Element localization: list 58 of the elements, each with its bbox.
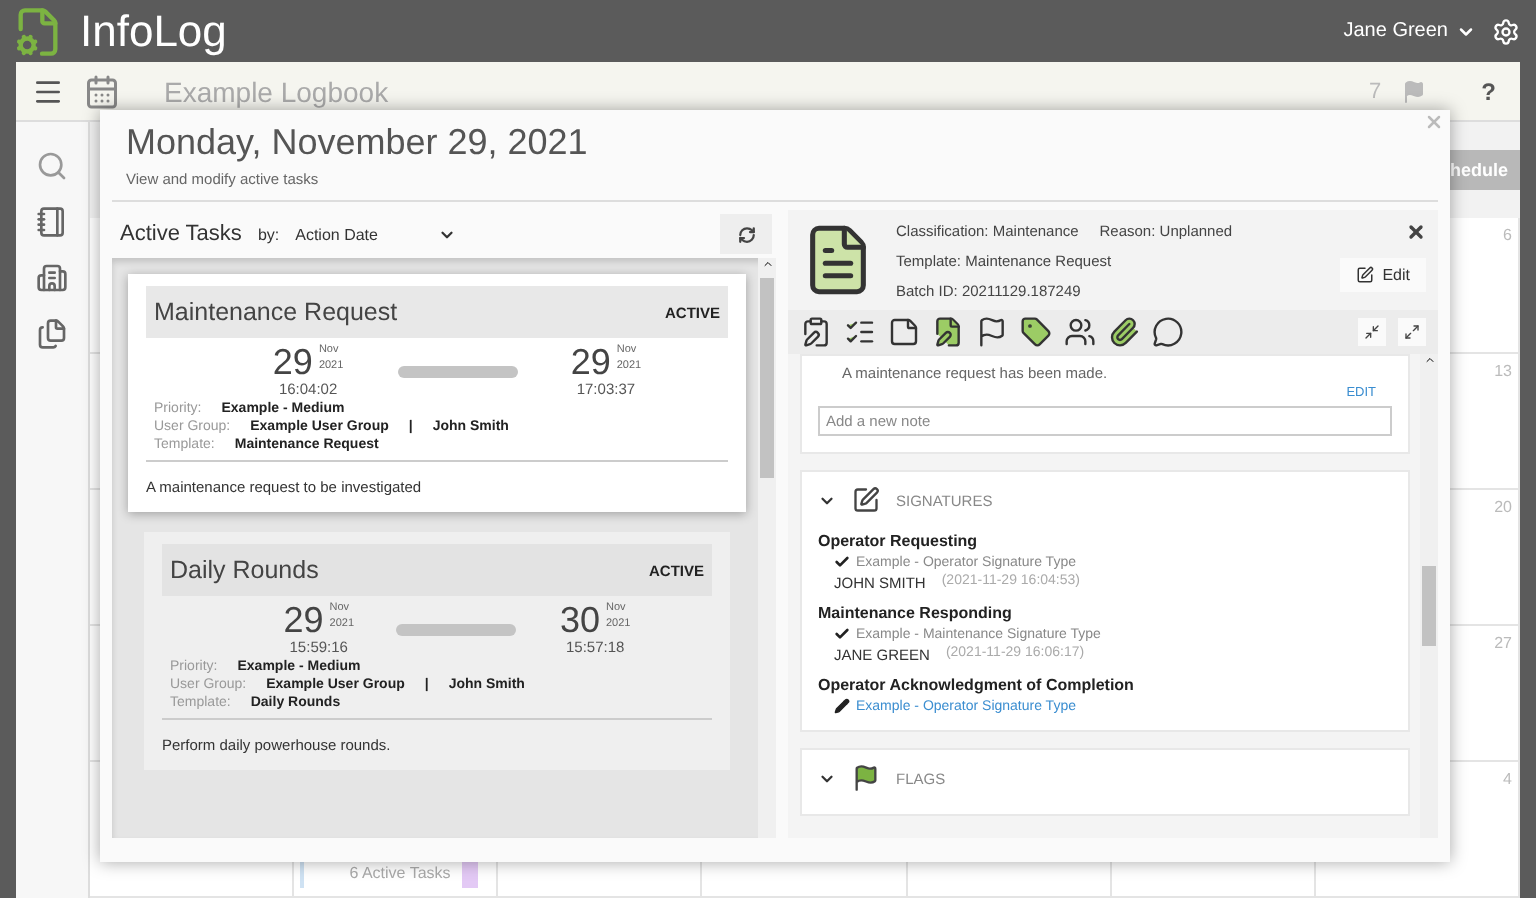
logo-icon (12, 5, 64, 57)
menu-icon[interactable] (32, 75, 64, 107)
app-title: InfoLog (80, 5, 227, 57)
day-number: 13 (1494, 362, 1512, 380)
day-number: 27 (1494, 634, 1512, 652)
flag-count: 7 (1369, 79, 1382, 103)
search-icon[interactable] (36, 150, 68, 182)
user-menu[interactable]: Jane Green (1343, 20, 1476, 42)
task-name: Daily Rounds (170, 556, 319, 584)
refresh-button[interactable] (720, 214, 772, 254)
task-name: Maintenance Request (154, 298, 398, 326)
help-button[interactable]: ? (1481, 77, 1496, 105)
duration-bar (396, 623, 517, 635)
paperclip-icon[interactable] (1108, 316, 1140, 348)
file-pen-icon[interactable] (932, 316, 964, 348)
notebook-icon[interactable] (36, 206, 68, 238)
expand-icon (1404, 324, 1420, 340)
panel-title: Active Tasks (120, 222, 242, 246)
flag-icon[interactable] (976, 316, 1008, 348)
scroll-thumb[interactable] (760, 278, 774, 478)
day-number: 6 (1503, 226, 1512, 244)
day-number: 4 (1503, 770, 1512, 788)
refresh-icon (737, 225, 755, 243)
close-icon[interactable] (1406, 222, 1426, 242)
date-day: 29 (272, 344, 313, 380)
tag-icon[interactable] (1020, 316, 1052, 348)
date-day: 30 (559, 602, 600, 638)
dialog-title: Monday, November 29, 2021 (126, 122, 590, 164)
day-number: 20 (1494, 498, 1512, 516)
signature-role: Operator Requesting (818, 532, 980, 550)
clipboard-pen-icon[interactable] (800, 316, 832, 348)
task-card[interactable] (128, 274, 746, 512)
collapse-button[interactable] (1358, 318, 1386, 346)
settings-icon[interactable] (1492, 17, 1520, 45)
sticky-note-icon[interactable] (888, 316, 920, 348)
duration-bar (397, 365, 517, 377)
collapse-icon (1364, 324, 1380, 340)
building-icon[interactable] (36, 262, 68, 294)
expand-button[interactable] (1398, 318, 1426, 346)
documents-icon[interactable] (36, 318, 68, 350)
sort-select[interactable]: Action Date (295, 225, 456, 243)
logbook-title: Example Logbook (164, 75, 389, 107)
edit-icon (1356, 266, 1375, 284)
scroll-thumb[interactable] (1422, 566, 1436, 646)
calendar-icon (84, 73, 120, 109)
sort-label: by: (257, 225, 280, 243)
checklist-icon[interactable] (844, 316, 876, 348)
scroll-up-icon[interactable] (761, 258, 773, 270)
signature-pen-icon (852, 486, 880, 514)
date-day: 29 (570, 344, 611, 380)
signature-role: Maintenance Responding (818, 604, 1014, 622)
signature-role: Operator Acknowledgment of Completion (818, 676, 1136, 694)
scroll-up-icon[interactable] (1423, 354, 1435, 366)
flag-icon (852, 764, 880, 792)
users-icon[interactable] (1064, 316, 1096, 348)
date-day: 29 (283, 602, 324, 638)
edit-button[interactable]: Edit (1340, 258, 1426, 292)
chat-bubble-icon[interactable] (1152, 316, 1184, 348)
